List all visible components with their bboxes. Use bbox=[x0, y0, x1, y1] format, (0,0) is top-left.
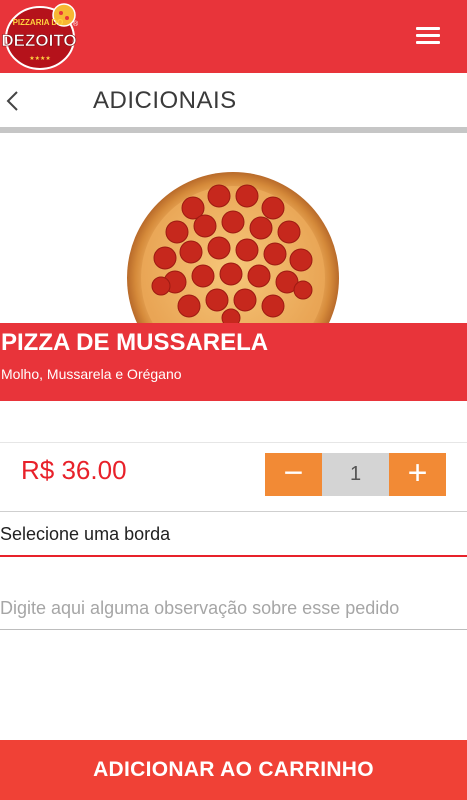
svg-text:★★★★: ★★★★ bbox=[29, 55, 51, 62]
pepperoni-pizza-image bbox=[121, 166, 345, 323]
logo-top-text: PIZZARIA DO bbox=[13, 18, 64, 27]
border-select-label: Selecione uma borda bbox=[0, 524, 171, 544]
quantity-increase-button[interactable]: + bbox=[389, 453, 446, 496]
hamburger-menu-icon[interactable] bbox=[416, 27, 441, 47]
observation-input[interactable] bbox=[0, 588, 467, 628]
observation-underline bbox=[0, 629, 467, 630]
product-price: R$ 36.00 bbox=[21, 455, 127, 485]
pizzeria-logo[interactable]: PIZZARIA DO DEZOITO ® ★★★★ bbox=[2, 2, 82, 72]
quantity-decrease-button[interactable]: − bbox=[265, 453, 322, 496]
logo-registered-mark: ® bbox=[73, 20, 79, 28]
minus-icon: − bbox=[283, 454, 304, 492]
product-name: PIZZA DE MUSSARELA bbox=[1, 329, 269, 356]
logo-main-text: DEZOITO bbox=[2, 31, 77, 50]
page-title: ADICIONAIS bbox=[93, 87, 237, 114]
back-button[interactable] bbox=[0, 73, 34, 127]
border-select[interactable]: Selecione uma borda bbox=[0, 520, 467, 556]
divider bbox=[0, 442, 467, 443]
divider bbox=[0, 511, 467, 512]
product-banner: PIZZA DE MUSSARELA Molho, Mussarela e Or… bbox=[0, 323, 467, 401]
quantity-value: 1 bbox=[322, 453, 389, 496]
chevron-left-icon bbox=[6, 91, 18, 111]
title-divider bbox=[0, 127, 467, 133]
border-select-underline bbox=[0, 555, 467, 557]
add-to-cart-button[interactable]: ADICIONAR AO CARRINHO bbox=[0, 740, 467, 800]
plus-icon: + bbox=[407, 454, 428, 492]
app-header: PIZZARIA DO DEZOITO ® ★★★★ bbox=[0, 0, 467, 73]
title-bar: ADICIONAIS bbox=[0, 73, 467, 127]
product-description: Molho, Mussarela e Orégano bbox=[1, 366, 182, 382]
